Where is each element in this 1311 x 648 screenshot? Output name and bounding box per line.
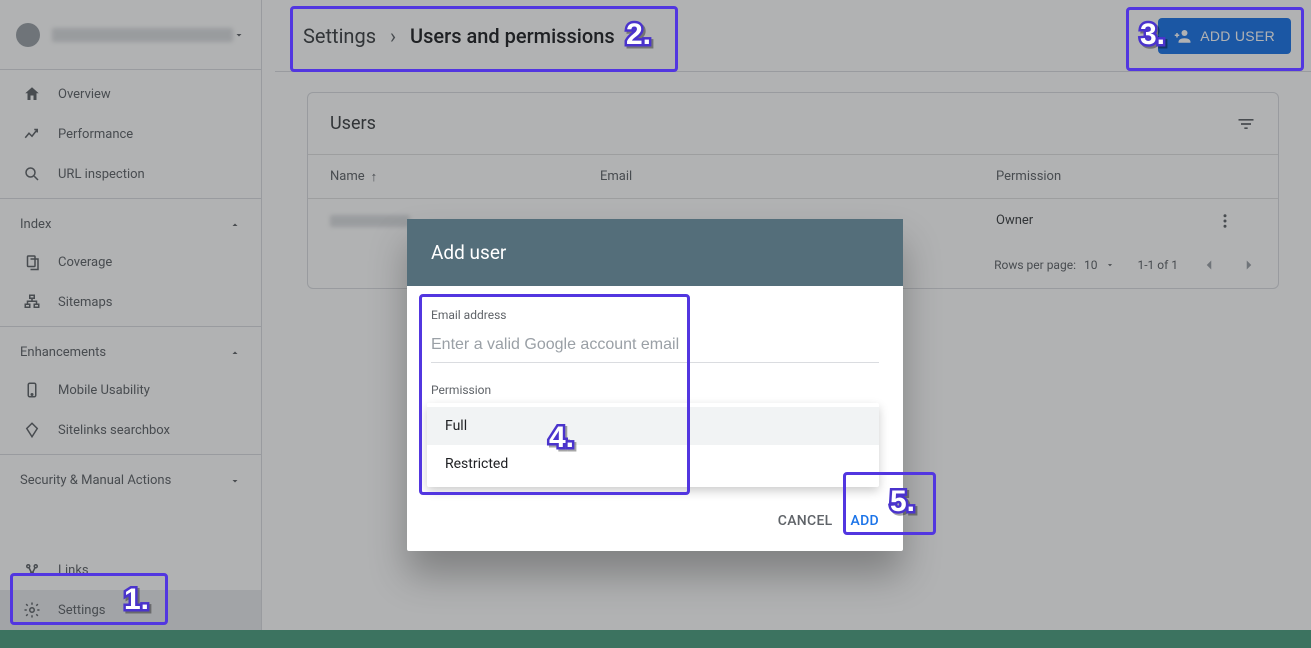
permission-option-full[interactable]: Full <box>427 407 879 445</box>
add-user-modal: Add user Email address Permission Full R… <box>407 219 903 551</box>
add-button[interactable]: ADD <box>851 513 879 529</box>
email-label: Email address <box>431 308 879 322</box>
cancel-button[interactable]: CANCEL <box>778 513 833 529</box>
permission-option-restricted[interactable]: Restricted <box>427 445 879 483</box>
app-root: Overview Performance URL inspection Inde… <box>0 0 1311 630</box>
modal-title: Add user <box>407 219 903 286</box>
permission-dropdown: Full Restricted <box>427 403 879 487</box>
modal-body: Email address Permission Full Restricted <box>407 286 903 495</box>
email-input[interactable] <box>431 328 879 363</box>
modal-actions: CANCEL ADD <box>407 495 903 551</box>
permission-label: Permission <box>431 383 879 397</box>
permission-field: Permission Full Restricted <box>431 383 879 487</box>
